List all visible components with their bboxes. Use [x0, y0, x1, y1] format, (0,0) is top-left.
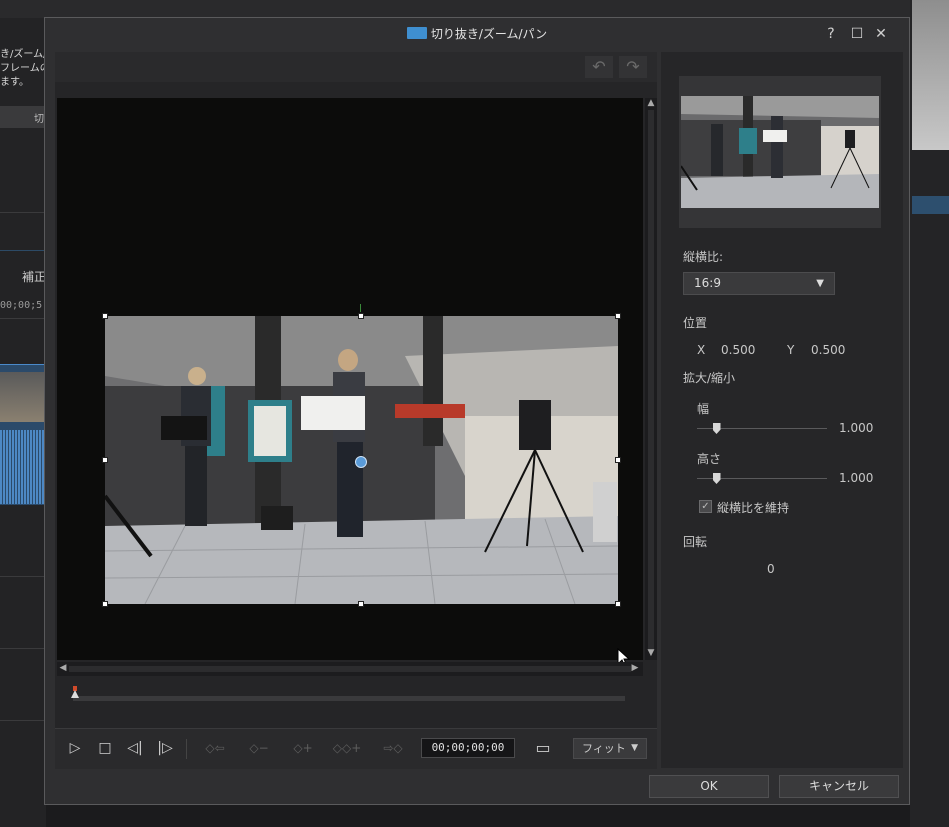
divider	[0, 250, 46, 251]
undo-toolbar: ↶ ↷	[55, 52, 657, 82]
keyframe-timeline[interactable]	[73, 696, 625, 701]
remove-keyframe-button[interactable]: ◇−	[243, 739, 275, 757]
ok-button[interactable]: OK	[649, 775, 769, 798]
crop-handle-bottom-left[interactable]	[102, 601, 108, 607]
source-thumbnail	[681, 96, 879, 208]
position-label: 位置	[683, 316, 708, 330]
aspect-ratio-value: 16:9	[694, 276, 721, 290]
crop-handle-right[interactable]	[615, 457, 621, 463]
vertical-scroll-thumb[interactable]	[648, 110, 654, 650]
source-thumbnail-frame	[679, 76, 881, 228]
height-value[interactable]: 1.000	[839, 471, 873, 485]
app-audio-waveform	[0, 430, 44, 504]
vertical-scrollbar[interactable]: ▲ ▼	[645, 98, 657, 660]
width-slider-knob[interactable]	[712, 423, 721, 434]
rotate-handle[interactable]	[360, 304, 361, 312]
scroll-left-icon[interactable]: ◀	[57, 663, 69, 673]
rotation-value[interactable]: 0	[767, 562, 775, 576]
crop-zoom-pan-dialog: 切り抜き/ズーム/パン ? ☐ ✕ ↶ ↷ ▲ ▼ ◀ ▶ ▷ □ ◁| |▷ …	[44, 17, 910, 805]
chevron-down-icon: ▼	[631, 743, 638, 753]
next-keyframe-button[interactable]: ⇨◇	[375, 739, 411, 757]
crop-handle-bottom[interactable]	[358, 601, 364, 607]
horizontal-scrollbar[interactable]: ◀ ▶	[57, 662, 643, 676]
divider	[0, 318, 46, 319]
scale-label: 拡大/縮小	[683, 371, 736, 385]
app-topbar	[0, 0, 949, 18]
app-logo-icon	[406, 27, 427, 39]
divider	[0, 576, 46, 577]
height-label: 高さ	[697, 452, 722, 466]
y-label: Y	[787, 343, 795, 357]
divider	[0, 212, 46, 213]
app-section-label: 補正	[22, 270, 47, 284]
crop-handle-left[interactable]	[102, 457, 108, 463]
divider	[186, 739, 187, 759]
crop-handle-top[interactable]	[358, 313, 364, 319]
divider	[0, 648, 46, 649]
safe-zone-icon[interactable]: ▭	[531, 739, 555, 757]
scroll-right-icon[interactable]: ▶	[629, 663, 641, 673]
app-description-text: き/ズーム/ フレームの ます。	[0, 49, 46, 88]
x-value[interactable]: 0.500	[721, 343, 755, 357]
maximize-button[interactable]: ☐	[847, 24, 867, 44]
app-right-toolbar	[912, 196, 949, 214]
crop-handle-top-right[interactable]	[615, 313, 621, 319]
center-point[interactable]	[355, 456, 367, 468]
cancel-button[interactable]: キャンセル	[779, 775, 899, 798]
next-frame-button[interactable]: |▷	[153, 739, 177, 757]
prev-keyframe-button[interactable]: ◇⇦	[197, 739, 233, 757]
height-slider[interactable]	[697, 472, 827, 486]
dialog-title-wrap: 切り抜き/ズーム/パン	[45, 25, 909, 42]
keep-ratio-checkbox[interactable]: ✓	[699, 500, 712, 513]
divider	[0, 720, 46, 721]
preview-canvas[interactable]	[57, 98, 643, 668]
playback-controls: ▷ □ ◁| |▷ ◇⇦ ◇− ◇+ ◇◇+ ⇨◇ 00;00;00;00 ▭ …	[55, 728, 657, 769]
zoom-fit-label: フィット	[582, 742, 626, 755]
dialog-title: 切り抜き/ズーム/パン	[430, 27, 548, 41]
horizontal-scroll-thumb[interactable]	[69, 666, 631, 672]
preview-pane: ↶ ↷ ▲ ▼ ◀ ▶ ▷ □ ◁| |▷ ◇⇦ ◇− ◇+ ◇◇+ ⇨◇ 00…	[55, 52, 657, 769]
close-button[interactable]: ✕	[871, 24, 891, 44]
redo-icon[interactable]: ↷	[619, 56, 647, 78]
playhead-handle[interactable]	[71, 690, 79, 698]
chevron-down-icon: ▼	[816, 278, 824, 289]
app-preview-thumbnail	[912, 0, 949, 150]
x-label: X	[697, 343, 706, 357]
height-slider-knob[interactable]	[712, 473, 721, 484]
undo-icon[interactable]: ↶	[585, 56, 613, 78]
app-track-thumbnail	[0, 372, 44, 422]
crop-handle-bottom-right[interactable]	[615, 601, 621, 607]
keep-ratio-label: 縦横比を維持	[717, 501, 790, 515]
zoom-fit-dropdown[interactable]: フィット ▼	[573, 738, 647, 759]
properties-pane: 縦横比: 16:9 ▼ 位置 X 0.500 Y 0.500 拡大/縮小 幅 1…	[661, 52, 903, 768]
prev-frame-button[interactable]: ◁|	[123, 739, 147, 757]
timecode-field[interactable]: 00;00;00;00	[421, 738, 515, 758]
app-ruler-timecode: 00;00;5	[0, 300, 43, 311]
play-button[interactable]: ▷	[65, 739, 85, 757]
app-tab-label: 切	[34, 114, 44, 125]
width-slider[interactable]	[697, 422, 827, 436]
add-keyframe-button[interactable]: ◇+	[287, 739, 319, 757]
app-tab[interactable]: 切	[0, 106, 46, 128]
dialog-titlebar[interactable]: 切り抜き/ズーム/パン ? ☐ ✕	[45, 18, 909, 50]
y-value[interactable]: 0.500	[811, 343, 845, 357]
duplicate-keyframe-button[interactable]: ◇◇+	[327, 739, 367, 757]
aspect-ratio-dropdown[interactable]: 16:9 ▼	[683, 272, 835, 295]
help-button[interactable]: ?	[821, 24, 841, 44]
width-label: 幅	[697, 402, 710, 416]
rotation-label: 回転	[683, 535, 708, 549]
crop-handle-top-left[interactable]	[102, 313, 108, 319]
aspect-ratio-label: 縦横比:	[683, 250, 724, 264]
scroll-down-icon[interactable]: ▼	[645, 648, 657, 658]
source-thumbnail-image	[681, 96, 879, 208]
scroll-up-icon[interactable]: ▲	[645, 98, 657, 108]
width-value[interactable]: 1.000	[839, 421, 873, 435]
stop-button[interactable]: □	[95, 739, 115, 757]
